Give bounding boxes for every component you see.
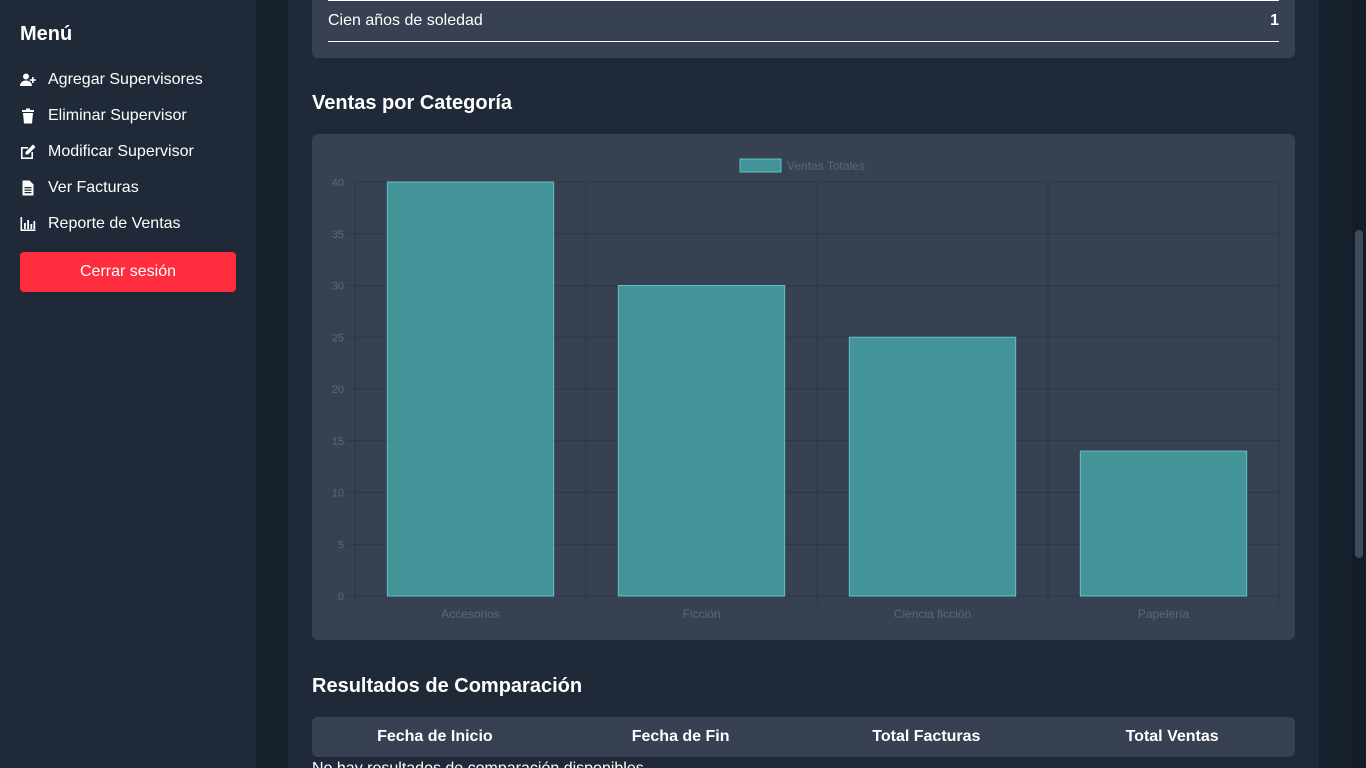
x-tick-label: Papelería bbox=[1138, 607, 1190, 621]
page-scrollbar[interactable] bbox=[1352, 0, 1366, 768]
x-tick-label: Ciencia ficción bbox=[894, 607, 971, 621]
comparison-section-title: Resultados de Comparación bbox=[312, 675, 583, 697]
menu-item-label: Eliminar Supervisor bbox=[48, 107, 187, 124]
user-plus-icon bbox=[20, 72, 48, 88]
bar bbox=[386, 181, 555, 597]
menu-item-agregar-supervisores[interactable]: Agregar Supervisores bbox=[20, 62, 236, 98]
logout-button[interactable]: Cerrar sesión bbox=[20, 252, 236, 292]
sidebar: Menú Agregar Supervisores Eliminar Super… bbox=[0, 0, 256, 768]
table-row: Cien años de soledad 1 bbox=[328, 0, 1279, 42]
column-header-total-sales: Total Ventas bbox=[1125, 728, 1219, 745]
column-header-end-date: Fecha de Fin bbox=[631, 728, 730, 745]
comparison-table-header: Fecha de Inicio Fecha de Fin Total Factu… bbox=[312, 717, 1295, 757]
sales-section-title: Ventas por Categoría bbox=[312, 92, 513, 114]
y-tick-label: 5 bbox=[338, 539, 344, 551]
menu-item-label: Ver Facturas bbox=[48, 179, 139, 196]
y-tick-label: 0 bbox=[338, 591, 344, 603]
books-table-card: Cien años de soledad 1 bbox=[312, 0, 1295, 58]
x-tick-label: Ficción bbox=[682, 607, 720, 621]
menu-item-label: Reporte de Ventas bbox=[48, 215, 181, 232]
menu-item-ver-facturas[interactable]: Ver Facturas bbox=[20, 170, 236, 206]
edit-icon bbox=[20, 144, 48, 160]
sales-chart: 0 5 10 15 20 25 30 35 40 Accesorios Ficción Ciencia… bbox=[332, 158, 1280, 621]
y-tick-label: 40 bbox=[332, 177, 344, 189]
bar bbox=[1079, 450, 1248, 597]
bar bbox=[848, 336, 1017, 597]
legend-swatch bbox=[739, 158, 782, 173]
trash-icon bbox=[20, 108, 48, 124]
sales-chart-card: 0 5 10 15 20 25 30 35 40 Accesorios Ficción Ciencia… bbox=[312, 134, 1295, 640]
y-tick-label: 25 bbox=[332, 332, 344, 344]
bar bbox=[617, 285, 786, 597]
y-tick-label: 20 bbox=[332, 384, 344, 396]
sidebar-title: Menú bbox=[20, 23, 73, 45]
menu-item-label: Modificar Supervisor bbox=[48, 143, 194, 160]
bar-chart-icon bbox=[20, 216, 48, 232]
y-tick-label: 15 bbox=[332, 436, 344, 448]
menu-item-eliminar-supervisor[interactable]: Eliminar Supervisor bbox=[20, 98, 236, 134]
main-content: Cien años de soledad 1 Ventas por Catego… bbox=[288, 0, 1319, 768]
legend-label: Ventas Totales bbox=[787, 159, 865, 173]
menu-item-reporte-ventas[interactable]: Reporte de Ventas bbox=[20, 206, 236, 242]
y-tick-label: 35 bbox=[332, 229, 344, 241]
file-text-icon bbox=[20, 180, 48, 196]
menu-item-modificar-supervisor[interactable]: Modificar Supervisor bbox=[20, 134, 236, 170]
book-title: Cien años de soledad bbox=[328, 12, 483, 29]
empty-message: No hay resultados de comparación disponi… bbox=[312, 760, 644, 768]
y-tick-label: 30 bbox=[332, 281, 344, 293]
y-tick-label: 10 bbox=[332, 488, 344, 500]
scrollbar-thumb[interactable] bbox=[1355, 230, 1363, 558]
column-header-start-date: Fecha de Inicio bbox=[377, 728, 493, 745]
book-quantity: 1 bbox=[1270, 12, 1279, 29]
x-tick-label: Accesorios bbox=[441, 607, 500, 621]
menu-item-label: Agregar Supervisores bbox=[48, 71, 203, 88]
column-header-total-invoices: Total Facturas bbox=[872, 728, 981, 745]
